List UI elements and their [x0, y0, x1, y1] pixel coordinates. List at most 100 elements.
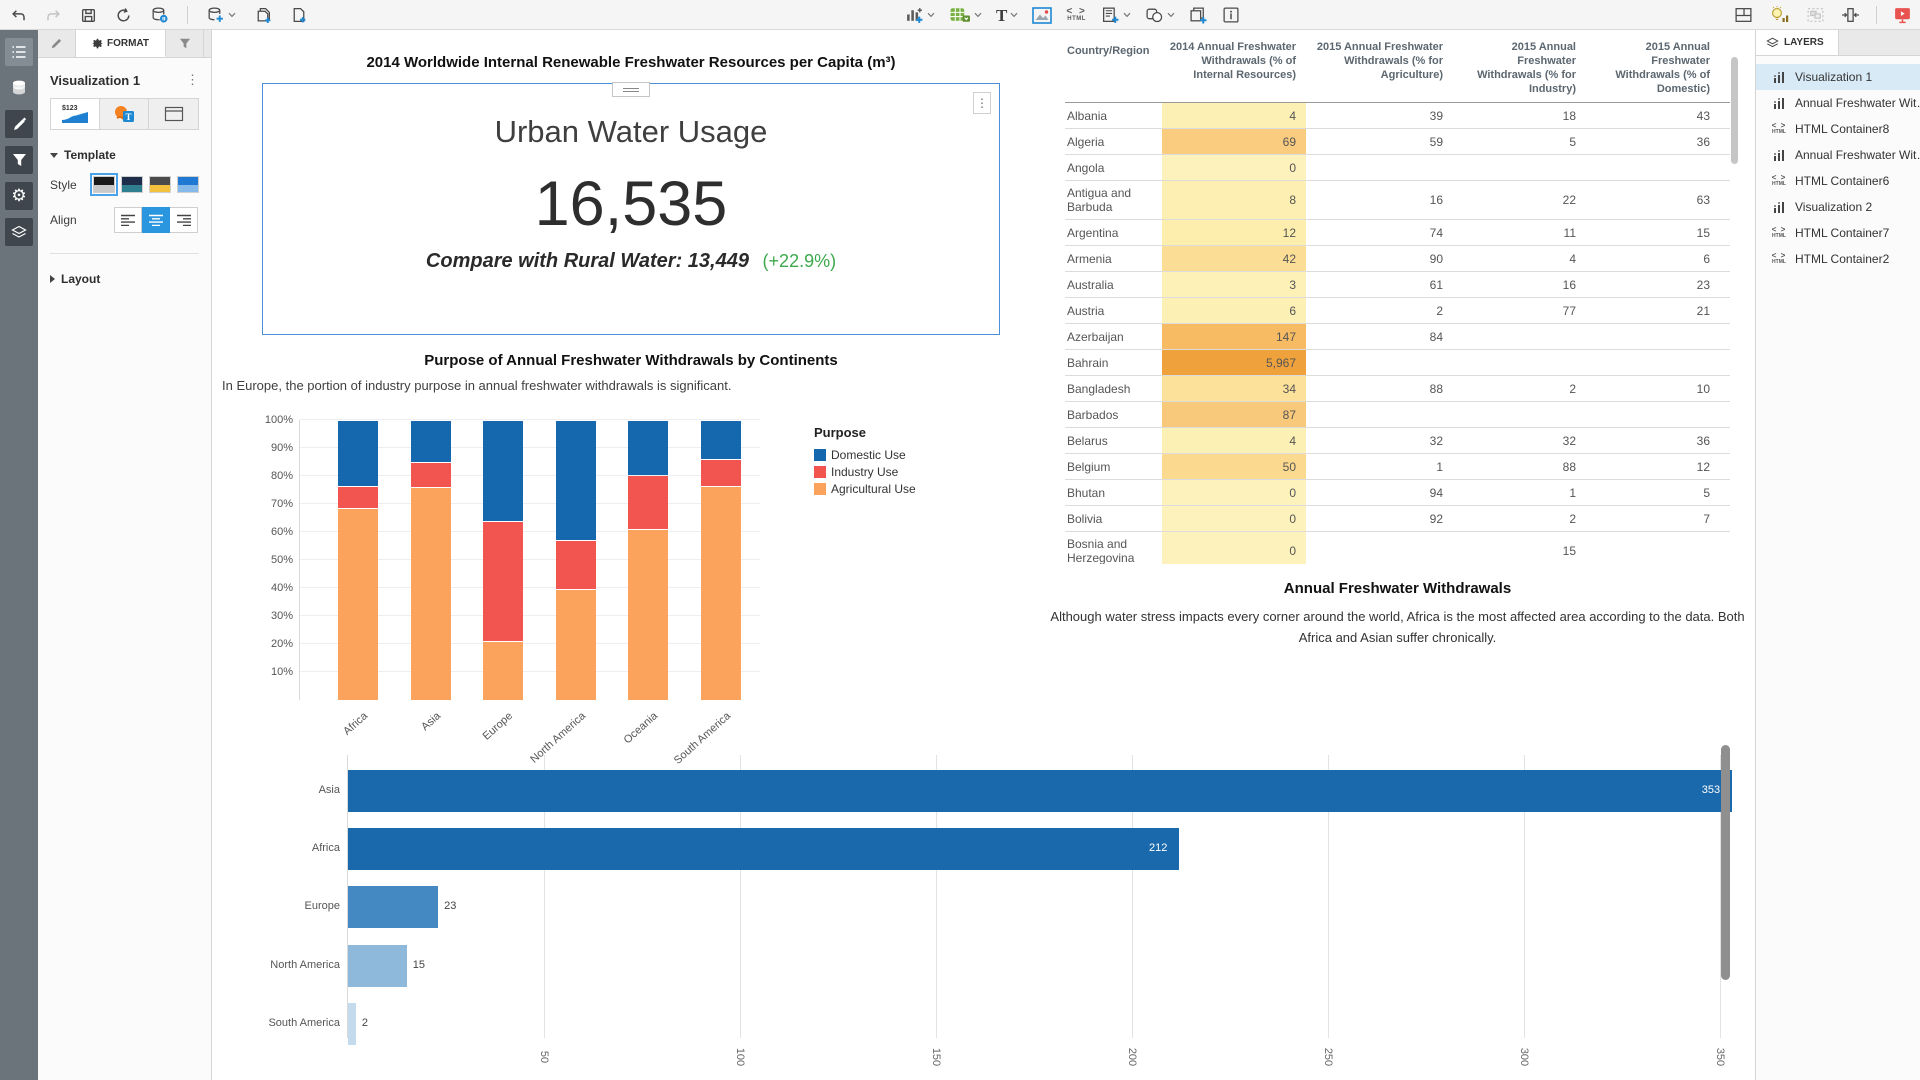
table-cell-value[interactable]: 36 — [1586, 129, 1720, 154]
table-cell-value[interactable]: 4 — [1162, 428, 1306, 453]
bar-north-america[interactable] — [348, 945, 407, 987]
table-row[interactable]: Angola0 — [1065, 155, 1730, 181]
table-cell-value[interactable] — [1453, 402, 1586, 427]
table-cell-value[interactable] — [1453, 324, 1586, 349]
bar-segment-europe[interactable] — [483, 522, 523, 641]
table-cell-value[interactable]: 63 — [1586, 181, 1720, 219]
legend-item[interactable]: Industry Use — [814, 463, 916, 480]
kpi-card[interactable]: ⋮ Urban Water Usage 16,535 Compare with … — [262, 83, 1000, 335]
table-cell-country[interactable]: Austria — [1065, 298, 1162, 323]
table-row[interactable]: Armenia429046 — [1065, 246, 1730, 272]
table-cell-value[interactable]: 5 — [1586, 480, 1720, 505]
group-icon[interactable] — [1806, 6, 1825, 24]
add-panel-icon[interactable] — [1222, 6, 1240, 24]
subtab-text-style[interactable]: T — [100, 99, 149, 129]
bar-segment-asia[interactable] — [411, 488, 451, 700]
table-cell-value[interactable]: 2 — [1306, 298, 1453, 323]
table-row[interactable]: Antigua and Barbuda8162263 — [1065, 181, 1730, 220]
table-cell-value[interactable]: 87 — [1162, 402, 1306, 427]
edit-icon[interactable] — [5, 110, 33, 138]
table-cell-value[interactable] — [1306, 155, 1453, 180]
bar-europe[interactable] — [348, 886, 438, 928]
table-cell-country[interactable]: Angola — [1065, 155, 1162, 180]
add-text-icon[interactable]: T — [996, 7, 1018, 24]
table-cell-value[interactable]: 6 — [1586, 246, 1720, 271]
table-cell-value[interactable]: 3 — [1162, 272, 1306, 297]
table-cell-value[interactable]: 0 — [1162, 532, 1306, 564]
subtab-number-format[interactable]: $123 — [51, 99, 100, 129]
add-form-icon[interactable] — [1101, 6, 1131, 24]
table-cell-value[interactable]: 7 — [1586, 506, 1720, 531]
table-cell-value[interactable]: 88 — [1306, 376, 1453, 401]
tab-filter[interactable] — [166, 30, 204, 57]
add-container-icon[interactable] — [1189, 6, 1208, 24]
table-cell-value[interactable]: 18 — [1453, 103, 1586, 128]
table-header-cell[interactable]: 2015 Annual Freshwater Withdrawals (% fo… — [1306, 40, 1453, 96]
table-cell-value[interactable]: 12 — [1162, 220, 1306, 245]
table-header-cell[interactable]: Country/Region — [1065, 40, 1162, 96]
layer-item-html-container6[interactable]: < >HTMLHTML Container6 — [1756, 168, 1920, 194]
table-cell-value[interactable]: 23 — [1586, 272, 1720, 297]
table-cell-value[interactable]: 42 — [1162, 246, 1306, 271]
table-cell-value[interactable]: 5 — [1453, 129, 1586, 154]
panel-kebab-icon[interactable]: ⋮ — [186, 72, 199, 88]
stacked-bar-chart[interactable]: 10%20%30%40%50%60%70%80%90%100%AfricaAsi… — [299, 420, 760, 700]
filter-icon[interactable] — [5, 146, 33, 174]
table-cell-value[interactable] — [1306, 532, 1453, 564]
table-header-cell[interactable]: 2015 Annual Freshwater Withdrawals (% fo… — [1453, 40, 1586, 96]
table-cell-country[interactable]: Bosnia and Herzegovina — [1065, 532, 1162, 564]
layout-icon[interactable] — [1734, 6, 1753, 24]
drag-handle-icon[interactable] — [612, 82, 650, 97]
table-cell-value[interactable]: 77 — [1453, 298, 1586, 323]
add-page-icon[interactable] — [290, 6, 308, 24]
table-cell-value[interactable]: 15 — [1586, 220, 1720, 245]
table-cell-value[interactable] — [1453, 155, 1586, 180]
duplicate-page-icon[interactable] — [254, 6, 272, 24]
bar-segment-europe[interactable] — [483, 642, 523, 700]
table-cell-value[interactable] — [1306, 350, 1453, 375]
table-cell-value[interactable]: 92 — [1306, 506, 1453, 531]
bar-segment-asia[interactable] — [411, 421, 451, 462]
bar-segment-south-america[interactable] — [701, 487, 741, 700]
table-cell-value[interactable]: 32 — [1453, 428, 1586, 453]
table-row[interactable]: Belarus4323236 — [1065, 428, 1730, 454]
table-cell-value[interactable]: 88 — [1453, 454, 1586, 479]
table-row[interactable]: Austria627721 — [1065, 298, 1730, 324]
table-cell-value[interactable] — [1586, 350, 1720, 375]
refresh-icon[interactable] — [115, 7, 132, 24]
bar-segment-south-america[interactable] — [701, 421, 741, 459]
tab-styling-pencil[interactable] — [38, 30, 76, 57]
layer-item-visualization-1[interactable]: Visualization 1 — [1756, 64, 1920, 90]
bar-segment-north-america[interactable] — [556, 590, 596, 700]
table-cell-country[interactable]: Bahrain — [1065, 350, 1162, 375]
table-cell-value[interactable]: 0 — [1162, 155, 1306, 180]
table-cell-value[interactable]: 90 — [1306, 246, 1453, 271]
table-cell-value[interactable]: 21 — [1586, 298, 1720, 323]
table-cell-country[interactable]: Bhutan — [1065, 480, 1162, 505]
layer-item-visualization-2[interactable]: Visualization 2 — [1756, 194, 1920, 220]
table-cell-value[interactable]: 84 — [1306, 324, 1453, 349]
table-cell-country[interactable]: Albania — [1065, 103, 1162, 128]
present-icon[interactable] — [1893, 6, 1912, 24]
table-cell-value[interactable]: 6 — [1162, 298, 1306, 323]
add-html-icon[interactable]: < >HTML — [1066, 8, 1086, 22]
table-cell-value[interactable]: 4 — [1453, 246, 1586, 271]
table-cell-value[interactable]: 12 — [1586, 454, 1720, 479]
pause-data-refresh-icon[interactable] — [150, 6, 169, 24]
table-cell-value[interactable]: 34 — [1162, 376, 1306, 401]
bar-segment-europe[interactable] — [483, 421, 523, 521]
table-cell-value[interactable]: 59 — [1306, 129, 1453, 154]
bar-segment-asia[interactable] — [411, 463, 451, 487]
outline-icon[interactable] — [5, 38, 33, 66]
layer-item-annual-freshwater-wit-[interactable]: Annual Freshwater Wit… — [1756, 142, 1920, 168]
table-cell-value[interactable]: 10 — [1586, 376, 1720, 401]
bar-south-america[interactable] — [348, 1003, 356, 1045]
subtab-container[interactable] — [149, 99, 198, 129]
fit-icon[interactable] — [1841, 6, 1860, 24]
add-chart-icon[interactable] — [905, 6, 935, 24]
table-row[interactable]: Bosnia and Herzegovina015 — [1065, 532, 1730, 564]
table-header-cell[interactable]: 2015 Annual Freshwater Withdrawals (% of… — [1586, 40, 1720, 96]
table-cell-value[interactable]: 0 — [1162, 506, 1306, 531]
table-cell-country[interactable]: Bangladesh — [1065, 376, 1162, 401]
style-swatch-3[interactable] — [149, 176, 171, 193]
